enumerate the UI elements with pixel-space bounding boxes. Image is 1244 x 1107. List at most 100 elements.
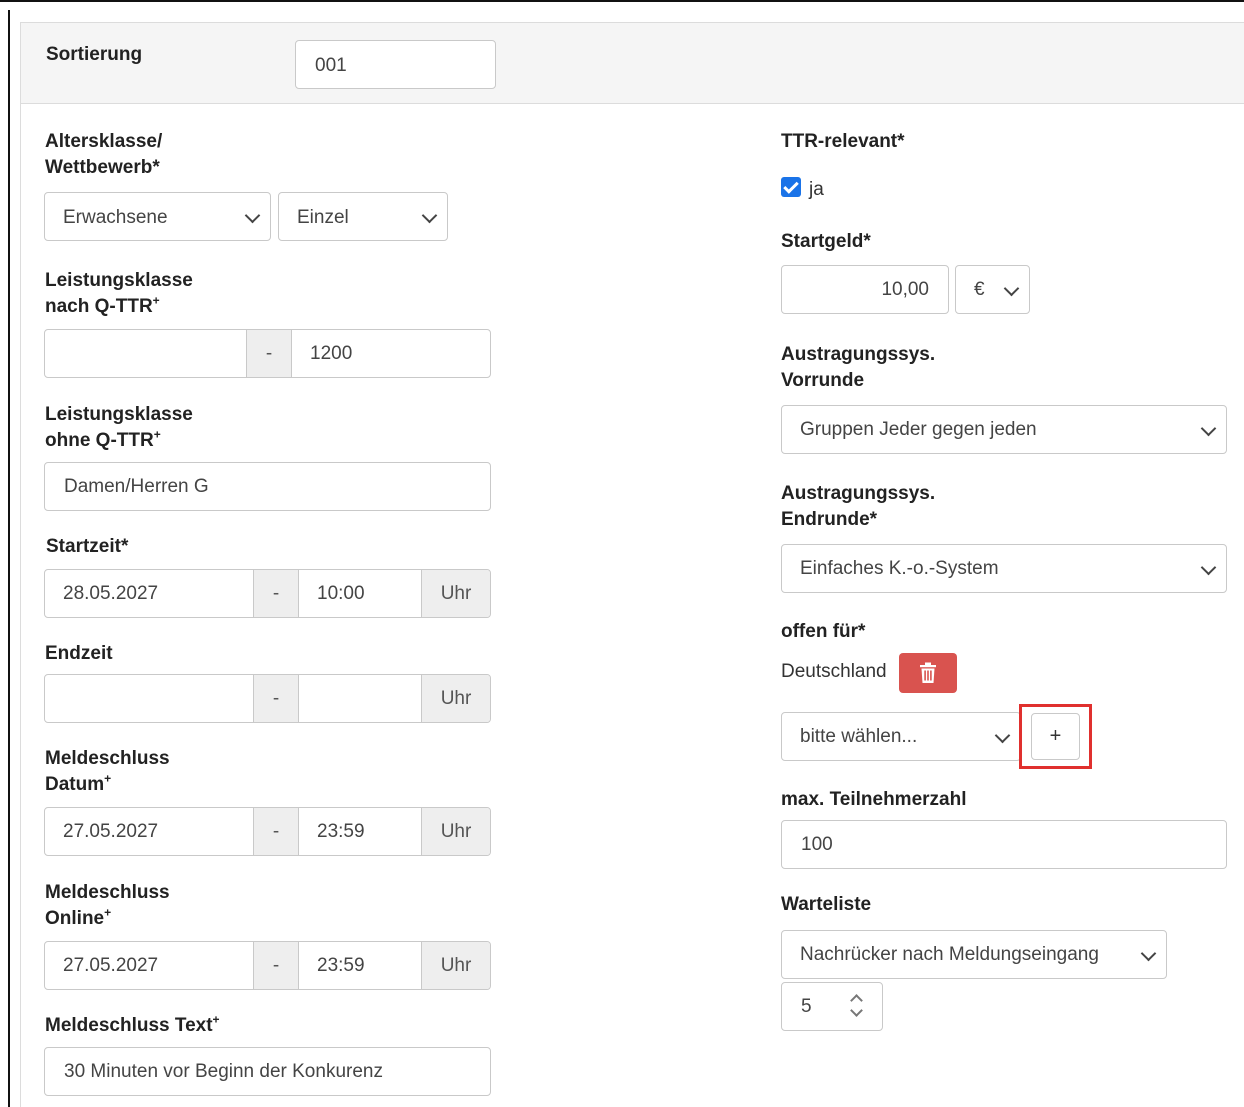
country-select[interactable]: bitte wählen...: [781, 712, 1021, 761]
endzeit-label: Endzeit: [45, 643, 113, 664]
vorrunde-label-line2: Vorrunde: [781, 370, 865, 391]
meldeschluss-datum-label: Meldeschluss Datum+: [45, 746, 170, 798]
meldeschluss-datum-label-line1: Meldeschluss: [45, 748, 170, 769]
teilnehmer-value: 100: [801, 834, 833, 855]
sortierung-value: 001: [315, 55, 347, 76]
endzeit-group: - Uhr: [44, 674, 491, 723]
meldeschluss-text-input[interactable]: 30 Minuten vor Beginn der Konkurenz: [44, 1047, 491, 1096]
offen-fuer-label: offen für*: [781, 621, 866, 642]
leistung-ohne-value: Damen/Herren G: [64, 476, 209, 497]
window-frame-top: [0, 0, 1244, 10]
unit-addon: Uhr: [421, 808, 490, 855]
warteliste-count-input[interactable]: 5: [781, 982, 883, 1031]
meldeschluss-online-label-line1: Meldeschluss: [45, 882, 170, 903]
leistung-ohne-label: Leistungsklasse ohne Q-TTR+: [45, 402, 193, 454]
meldeschluss-datum-date-value: 27.05.2027: [63, 821, 159, 842]
wettbewerb-select[interactable]: Einzel: [278, 192, 448, 241]
required-marker: +: [152, 293, 160, 308]
endrunde-label-line2: Endrunde*: [781, 509, 878, 530]
teilnehmer-label: max. Teilnehmerzahl: [781, 789, 967, 810]
meldeschluss-online-time-input[interactable]: 23:59: [299, 942, 421, 989]
meldeschluss-datum-time-input[interactable]: 23:59: [299, 808, 421, 855]
altersklasse-label-line2: Wettbewerb*: [45, 157, 160, 178]
endzeit-date-input[interactable]: [45, 675, 253, 722]
range-separator: -: [253, 675, 299, 722]
range-separator: -: [253, 570, 299, 617]
startgeld-label: Startgeld*: [781, 231, 871, 252]
ttr-label: TTR-relevant*: [781, 131, 905, 152]
startzeit-date-input[interactable]: 28.05.2027: [45, 570, 253, 617]
endrunde-label-line1: Austragungssys.: [781, 483, 936, 504]
warteliste-label: Warteliste: [781, 894, 872, 915]
meldeschluss-online-label-line2: Online: [45, 908, 105, 929]
startzeit-label: Startzeit*: [46, 536, 129, 557]
chevron-down-icon: [994, 727, 1011, 744]
unit-addon: Uhr: [421, 675, 490, 722]
meldeschluss-text-label-text: Meldeschluss Text: [45, 1015, 213, 1036]
chevron-down-icon: [1200, 559, 1217, 576]
meldeschluss-text-value: 30 Minuten vor Beginn der Konkurenz: [64, 1061, 383, 1082]
leistung-qttr-label-line1: Leistungsklasse: [45, 270, 193, 291]
meldeschluss-online-date-value: 27.05.2027: [63, 955, 159, 976]
required-marker: +: [104, 771, 112, 786]
required-marker: +: [212, 1012, 220, 1027]
leistung-qttr-to-input[interactable]: 1200: [292, 330, 490, 377]
endrunde-select[interactable]: Einfaches K.-o.-System: [781, 544, 1227, 593]
altersklasse-select[interactable]: Erwachsene: [44, 192, 271, 241]
meldeschluss-datum-date-input[interactable]: 27.05.2027: [45, 808, 253, 855]
altersklasse-label: Altersklasse/ Wettbewerb*: [45, 129, 162, 181]
altersklasse-label-line1: Altersklasse/: [45, 131, 163, 152]
remove-country-button[interactable]: [899, 653, 957, 693]
required-marker: +: [104, 905, 112, 920]
ttr-checkbox[interactable]: [781, 177, 801, 197]
leistung-qttr-range: - 1200: [44, 329, 491, 378]
chevron-down-icon: [421, 207, 438, 224]
warteliste-select[interactable]: Nachrücker nach Meldungseingang: [781, 930, 1167, 979]
warteliste-value: Nachrücker nach Meldungseingang: [800, 944, 1099, 965]
endrunde-label: Austragungssys. Endrunde*: [781, 481, 935, 533]
wettbewerb-value: Einzel: [297, 207, 349, 228]
unit-addon: Uhr: [421, 570, 490, 617]
startzeit-group: 28.05.2027 - 10:00 Uhr: [44, 569, 491, 618]
range-separator: -: [246, 330, 292, 377]
meldeschluss-online-time-value: 23:59: [317, 955, 365, 976]
startzeit-time-input[interactable]: 10:00: [299, 570, 421, 617]
startzeit-time-value: 10:00: [317, 583, 365, 604]
vorrunde-label: Austragungssys. Vorrunde: [781, 342, 935, 394]
country-tag: Deutschland: [781, 661, 887, 682]
chevron-down-icon: [1003, 280, 1020, 297]
number-spinner-icon[interactable]: [849, 992, 865, 1018]
ttr-checkbox-label: ja: [809, 179, 824, 200]
chevron-down-icon: [244, 207, 261, 224]
meldeschluss-datum-group: 27.05.2027 - 23:59 Uhr: [44, 807, 491, 856]
startgeld-amount-value: 10,00: [881, 279, 929, 300]
country-select-value: bitte wählen...: [800, 726, 918, 747]
startgeld-amount-input[interactable]: 10,00: [781, 265, 949, 314]
startzeit-date-value: 28.05.2027: [63, 583, 159, 604]
endzeit-time-input[interactable]: [299, 675, 421, 722]
meldeschluss-online-date-input[interactable]: 27.05.2027: [45, 942, 253, 989]
required-marker: +: [153, 427, 161, 442]
leistung-ohne-label-line2: ohne Q-TTR: [45, 430, 154, 451]
add-country-button[interactable]: +: [1031, 713, 1080, 760]
trash-icon: [920, 662, 936, 683]
sortierung-label: Sortierung: [46, 44, 143, 65]
endrunde-value: Einfaches K.-o.-System: [800, 558, 999, 579]
range-separator: -: [253, 808, 299, 855]
altersklasse-value: Erwachsene: [63, 207, 168, 228]
leistung-qttr-label: Leistungsklasse nach Q-TTR+: [45, 268, 193, 320]
vorrunde-select[interactable]: Gruppen Jeder gegen jeden: [781, 405, 1227, 454]
meldeschluss-datum-label-line2: Datum: [45, 774, 105, 795]
leistung-qttr-from-input[interactable]: [45, 330, 246, 377]
sortierung-input[interactable]: 001: [295, 40, 496, 89]
leistung-qttr-to-value: 1200: [310, 343, 353, 364]
currency-value: €: [974, 279, 985, 300]
vorrunde-label-line1: Austragungssys.: [781, 344, 936, 365]
window-frame-left: [8, 10, 10, 1107]
currency-select[interactable]: €: [955, 265, 1030, 314]
leistung-qttr-label-line2: nach Q-TTR: [45, 296, 153, 317]
teilnehmer-input[interactable]: 100: [781, 820, 1227, 869]
leistung-ohne-input[interactable]: Damen/Herren G: [44, 462, 491, 511]
vorrunde-value: Gruppen Jeder gegen jeden: [800, 419, 1037, 440]
meldeschluss-online-label: Meldeschluss Online+: [45, 880, 170, 932]
